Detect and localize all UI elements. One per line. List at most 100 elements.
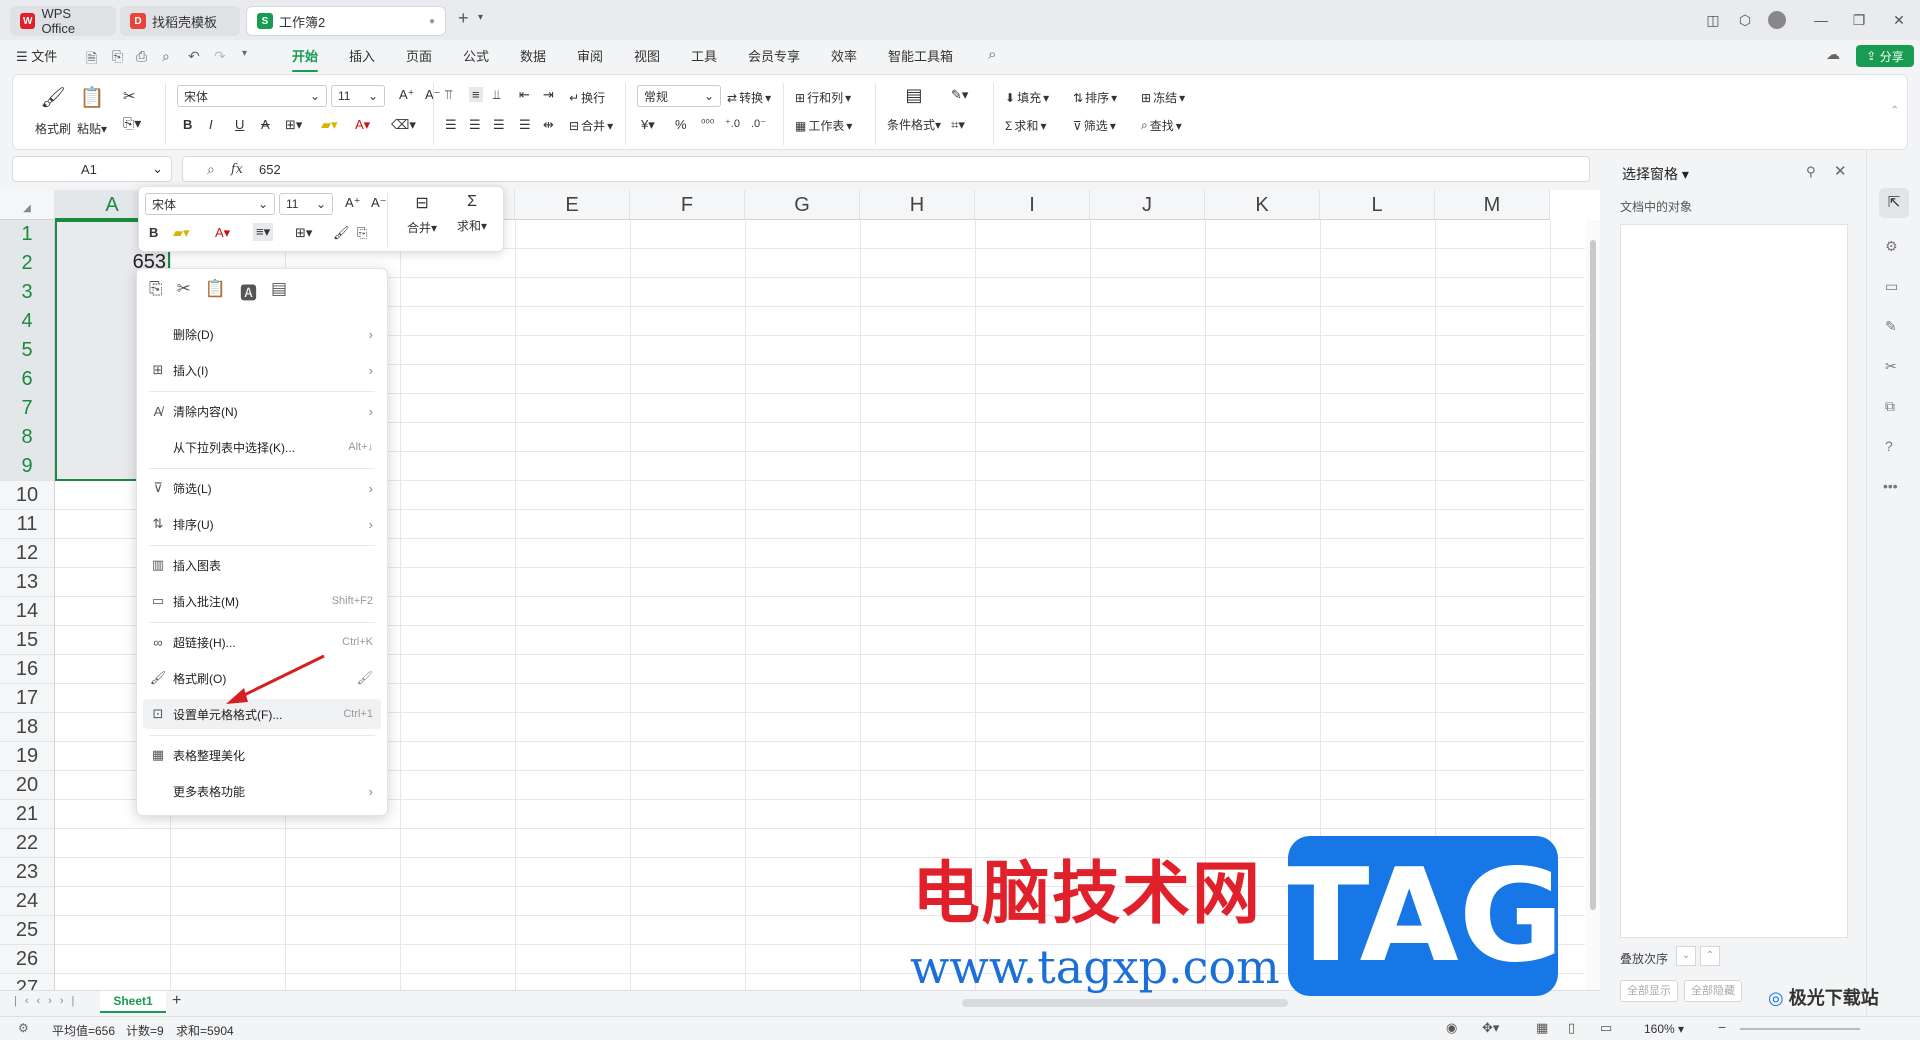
- align-middle-icon[interactable]: ≡: [469, 87, 483, 102]
- row-header[interactable]: 24: [0, 887, 55, 916]
- justify-icon[interactable]: ☰: [519, 117, 531, 133]
- mini-font-color-icon[interactable]: A▾: [215, 225, 230, 241]
- row-header[interactable]: 5: [0, 336, 55, 365]
- row-col-button[interactable]: ⊞ 行和列 ▾: [795, 89, 851, 106]
- tab-list-chevron-icon[interactable]: ▾: [478, 12, 483, 23]
- sort-button[interactable]: ⇅ 排序 ▾: [1073, 89, 1117, 106]
- adjust-icon[interactable]: ⚙: [1885, 238, 1898, 255]
- more-icon[interactable]: •••: [1883, 478, 1898, 494]
- merge-button[interactable]: ⊟ 合并 ▾: [569, 117, 613, 134]
- fill-button[interactable]: ⬇ 填充 ▾: [1005, 89, 1049, 106]
- column-header-i[interactable]: I: [975, 190, 1090, 220]
- review-icon[interactable]: ✎: [1885, 318, 1897, 335]
- row-header[interactable]: 20: [0, 771, 55, 800]
- distribute-icon[interactable]: ⇹: [543, 117, 554, 133]
- cube-icon[interactable]: ⬡: [1732, 8, 1758, 32]
- help-icon[interactable]: ?: [1885, 438, 1893, 454]
- mini-font-size-select[interactable]: 11 ⌄: [279, 193, 333, 215]
- increase-decimal-icon[interactable]: ⁺.0: [725, 117, 740, 130]
- font-color-icon[interactable]: A▾: [355, 117, 370, 133]
- decrease-decimal-icon[interactable]: .0⁻: [751, 117, 766, 130]
- paste-button[interactable]: 📋 粘贴▾: [77, 85, 107, 137]
- ctx-clear-content[interactable]: A̸ 清除内容(N) ›: [143, 396, 381, 426]
- mini-border-icon[interactable]: ⊞▾: [295, 225, 312, 241]
- row-header[interactable]: 9: [0, 452, 55, 481]
- row-header[interactable]: 2: [0, 249, 55, 278]
- row-header[interactable]: 22: [0, 829, 55, 858]
- cell-style-icon[interactable]: ✎▾: [951, 87, 968, 103]
- ctx-insert-comment[interactable]: ▭ 插入批注(M) Shift+F2: [143, 586, 381, 616]
- align-left-icon[interactable]: ☰: [445, 117, 457, 133]
- row-header[interactable]: 6: [0, 365, 55, 394]
- menu-page[interactable]: 页面: [406, 46, 432, 68]
- tools-icon[interactable]: ✂: [1885, 358, 1897, 375]
- filter-button[interactable]: ⊽ 筛选 ▾: [1073, 117, 1116, 134]
- menu-data[interactable]: 数据: [520, 46, 546, 68]
- paste-value-icon[interactable]: ▤: [271, 279, 287, 304]
- row-header[interactable]: 4: [0, 307, 55, 336]
- column-header-l[interactable]: L: [1320, 190, 1435, 220]
- worksheet-button[interactable]: ▦ 工作表 ▾: [795, 117, 852, 134]
- zoom-formula-icon[interactable]: ⌕: [207, 161, 215, 178]
- new-tab-button[interactable]: +: [458, 8, 469, 29]
- objects-list[interactable]: [1620, 224, 1848, 938]
- column-header-f[interactable]: F: [630, 190, 745, 220]
- row-header[interactable]: 8: [0, 423, 55, 452]
- thousands-icon[interactable]: ⁰⁰⁰: [701, 117, 714, 130]
- row-header[interactable]: 26: [0, 945, 55, 974]
- close-icon[interactable]: ✕: [1886, 8, 1912, 32]
- cut-icon[interactable]: ✂: [177, 279, 191, 304]
- print-icon[interactable]: ⎙: [136, 48, 147, 65]
- underline-icon[interactable]: U: [235, 117, 244, 132]
- hide-all-button[interactable]: 全部隐藏: [1684, 980, 1742, 1002]
- vertical-scrollbar[interactable]: [1586, 220, 1600, 990]
- row-header[interactable]: 15: [0, 626, 55, 655]
- order-down-button[interactable]: ⌄: [1676, 946, 1696, 966]
- print-preview-icon[interactable]: ⌕: [162, 48, 170, 65]
- restore-icon[interactable]: ❐: [1846, 8, 1872, 32]
- mini-fill-color-icon[interactable]: ▰▾: [173, 225, 190, 241]
- find-button[interactable]: ⌕ 查找 ▾: [1141, 117, 1182, 134]
- file-menu[interactable]: ☰ 文件: [16, 46, 57, 68]
- row-header[interactable]: 18: [0, 713, 55, 742]
- zoom-slider[interactable]: [1740, 1028, 1860, 1030]
- ctx-filter[interactable]: ⊽ 筛选(L) ›: [143, 473, 381, 503]
- menu-review[interactable]: 审阅: [577, 46, 603, 68]
- sheet-tab-sheet1[interactable]: Sheet1: [100, 991, 166, 1013]
- select-all-corner[interactable]: ◢: [0, 190, 55, 220]
- ctx-insert-chart[interactable]: ▥ 插入图表: [143, 550, 381, 580]
- selection-pane-title[interactable]: 选择窗格 ▾: [1622, 164, 1689, 184]
- pin-icon[interactable]: ⚲: [1806, 164, 1816, 180]
- currency-icon[interactable]: ¥▾: [641, 117, 655, 133]
- sum-button[interactable]: Σ 求和 ▾: [1005, 117, 1046, 134]
- row-header[interactable]: 23: [0, 858, 55, 887]
- conditional-format-button[interactable]: ▤ 条件格式▾: [887, 85, 941, 133]
- menu-insert[interactable]: 插入: [349, 46, 375, 68]
- collapse-ribbon-icon[interactable]: ⌃: [1891, 105, 1899, 116]
- add-sheet-button[interactable]: +: [172, 992, 181, 1010]
- menu-formula[interactable]: 公式: [463, 46, 489, 68]
- row-header[interactable]: 1: [0, 220, 55, 249]
- column-header-e[interactable]: E: [515, 190, 630, 220]
- percent-icon[interactable]: %: [675, 117, 687, 132]
- row-header[interactable]: 3: [0, 278, 55, 307]
- save-icon[interactable]: 🗎: [86, 48, 97, 72]
- avatar[interactable]: [1764, 8, 1790, 32]
- ctx-more-functions[interactable]: 更多表格功能 ›: [143, 776, 381, 806]
- number-format-select[interactable]: 常规 ⌄: [637, 85, 721, 107]
- column-header-h[interactable]: H: [860, 190, 975, 220]
- italic-icon[interactable]: I: [209, 117, 213, 132]
- ctx-delete[interactable]: 删除(D) ›: [143, 319, 381, 349]
- strikethrough-icon[interactable]: A: [261, 117, 270, 132]
- undo-icon[interactable]: ↶: [188, 48, 200, 65]
- column-header-g[interactable]: G: [745, 190, 860, 220]
- menu-smart-toolbox[interactable]: 智能工具箱: [888, 46, 953, 68]
- page-break-view-icon[interactable]: ▭: [1600, 1020, 1612, 1036]
- normal-view-icon[interactable]: ▦: [1536, 1020, 1548, 1036]
- table-style-icon[interactable]: ⌗▾: [951, 117, 965, 133]
- page-layout-view-icon[interactable]: ▯: [1568, 1020, 1575, 1036]
- ctx-sort[interactable]: ⇅ 排序(U) ›: [143, 509, 381, 539]
- tab-wps-office[interactable]: W WPS Office: [10, 6, 116, 36]
- row-header[interactable]: 25: [0, 916, 55, 945]
- clear-format-icon[interactable]: ⌫▾: [391, 117, 416, 133]
